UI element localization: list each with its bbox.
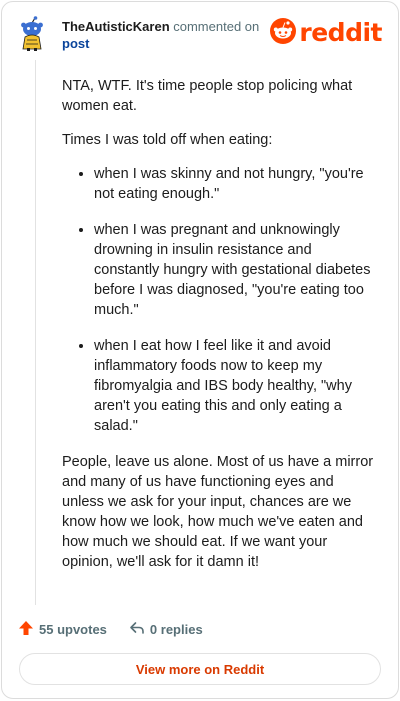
list-item: when I was skinny and not hungry, "you'r… [94,164,376,204]
commented-on-text: commented on [169,19,260,34]
comment-paragraph: Times I was told off when eating: [62,132,273,148]
comment-meta: TheAutisticKaren commented on post [62,18,259,52]
snoo-avatar-icon[interactable] [18,16,54,52]
comment-paragraph: People, leave us alone. Most of us have … [62,454,374,570]
reddit-brand[interactable]: reddit [270,17,382,49]
comment-bullet-list: when I was skinny and not hungry, "you'r… [62,164,376,436]
post-link[interactable]: post [62,36,89,51]
reply-button[interactable]: 0 replies [129,620,203,639]
reply-arrow-icon [129,620,150,639]
list-item: when I eat how I feel like it and avoid … [94,336,376,436]
upvote-arrow-icon [18,620,39,639]
reddit-logo-icon [270,17,297,49]
view-more-button[interactable]: View more on Reddit [19,653,381,685]
comment-paragraph: NTA, WTF. It's time people stop policing… [62,78,353,114]
upvote-count: 55 upvotes [39,621,107,637]
comment-body: NTA, WTF. It's time people stop policing… [62,76,376,586]
reddit-wordmark: reddit [299,18,382,47]
list-item: when I was pregnant and unknowingly drow… [94,220,376,320]
username-link[interactable]: TheAutisticKaren [62,19,170,34]
reply-count: 0 replies [149,621,203,637]
embedded-comment-card: TheAutisticKaren commented on post reddi… [1,1,399,699]
thread-line[interactable] [35,60,36,605]
comment-actions: 55 upvotes 0 replies [18,618,203,640]
comment-header: TheAutisticKaren commented on post reddi… [18,16,382,56]
upvote-button[interactable]: 55 upvotes [18,620,107,639]
